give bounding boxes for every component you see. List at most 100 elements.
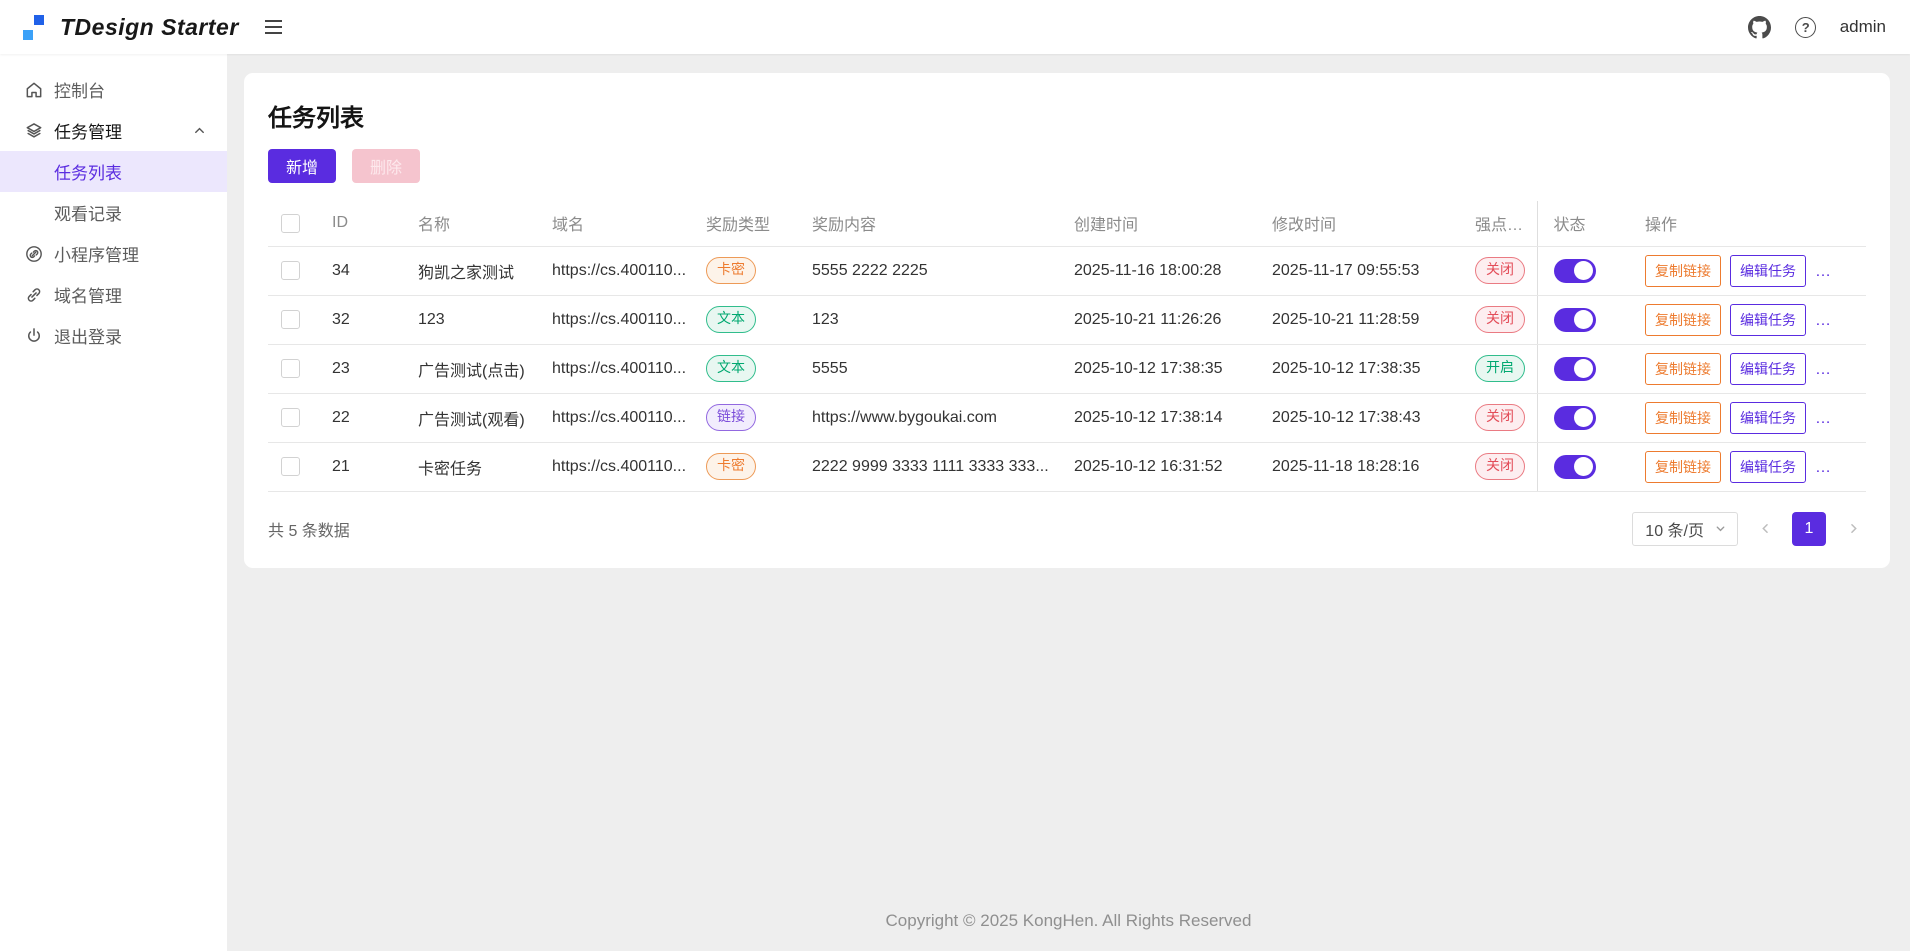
reward-type-tag: 卡密: [706, 453, 756, 480]
edit-task-button[interactable]: 编辑任务: [1730, 451, 1806, 483]
delete-button: 删除: [352, 149, 420, 183]
cell-modified: 2025-10-21 11:28:59: [1256, 295, 1459, 344]
copy-link-button[interactable]: 复制链接: [1645, 304, 1721, 336]
cell-reward-type: 文本: [690, 344, 796, 393]
table-row: 34 狗凯之家测试 https://cs.400110... 卡密 5555 2…: [268, 246, 1866, 295]
cell-name: 狗凯之家测试: [402, 246, 536, 295]
col-domain: 域名: [536, 201, 690, 246]
sidebar-item-label: 域名管理: [54, 282, 122, 307]
sidebar-item-task-list[interactable]: 任务列表: [0, 151, 227, 192]
cell-domain: https://cs.400110...: [536, 442, 690, 491]
sidebar-item-logout[interactable]: 退出登录: [0, 315, 227, 356]
cell-created: 2025-10-12 16:31:52: [1058, 442, 1256, 491]
sidebar: 控制台 任务管理 任务列表 观看记录 小程序管理: [0, 54, 227, 951]
cell-force-ad: 关闭: [1459, 246, 1537, 295]
power-icon: [24, 326, 44, 346]
chevron-down-icon: [1714, 522, 1727, 535]
add-button[interactable]: 新增: [268, 149, 336, 183]
row-checkbox[interactable]: [281, 310, 300, 329]
edit-task-button[interactable]: 编辑任务: [1730, 255, 1806, 287]
cell-created: 2025-11-16 18:00:28: [1058, 246, 1256, 295]
col-force-ad: 强点广告: [1459, 201, 1537, 246]
status-toggle[interactable]: [1554, 455, 1596, 479]
page-title: 任务列表: [268, 98, 1866, 133]
row-checkbox[interactable]: [281, 359, 300, 378]
cell-modified: 2025-11-18 18:28:16: [1256, 442, 1459, 491]
sidebar-item-label: 任务管理: [54, 118, 122, 143]
reward-type-tag: 卡密: [706, 257, 756, 284]
cell-status: [1537, 442, 1629, 491]
col-actions: 操作: [1629, 201, 1866, 246]
status-toggle[interactable]: [1554, 259, 1596, 283]
row-checkbox[interactable]: [281, 457, 300, 476]
row-checkbox[interactable]: [281, 408, 300, 427]
cell-reward-content: 2222 9999 3333 1111 3333 333...: [796, 442, 1058, 491]
table-body: 34 狗凯之家测试 https://cs.400110... 卡密 5555 2…: [268, 246, 1866, 491]
cell-force-ad: 关闭: [1459, 442, 1537, 491]
menu-fold-icon[interactable]: [261, 16, 286, 38]
app-title: TDesign Starter: [60, 14, 239, 41]
status-toggle[interactable]: [1554, 308, 1596, 332]
sidebar-item-task-management[interactable]: 任务管理: [0, 110, 227, 151]
top-header: TDesign Starter ? admin: [0, 0, 1910, 54]
cell-name: 123: [402, 295, 536, 344]
task-table: ID 名称 域名 奖励类型 奖励内容 创建时间 修改时间 强点广告 状态 操作 …: [268, 201, 1866, 492]
github-icon[interactable]: [1748, 15, 1772, 39]
force-ad-tag: 关闭: [1475, 306, 1525, 333]
cell-domain: https://cs.400110...: [536, 344, 690, 393]
copy-link-button[interactable]: 复制链接: [1645, 255, 1721, 287]
table-row: 21 卡密任务 https://cs.400110... 卡密 2222 999…: [268, 442, 1866, 491]
home-icon: [24, 80, 44, 100]
cell-id: 23: [316, 344, 402, 393]
cell-status: [1537, 246, 1629, 295]
cell-reward-type: 卡密: [690, 246, 796, 295]
cell-reward-type: 链接: [690, 393, 796, 442]
copy-link-button[interactable]: 复制链接: [1645, 402, 1721, 434]
task-list-card: 任务列表 新增 删除 ID 名称 域名 奖励类型: [244, 73, 1890, 568]
page-size-select[interactable]: 10 条/页: [1632, 512, 1738, 546]
col-reward-content: 奖励内容: [796, 201, 1058, 246]
prev-page-button[interactable]: [1752, 516, 1778, 542]
status-toggle[interactable]: [1554, 357, 1596, 381]
sidebar-item-label: 任务列表: [54, 159, 122, 184]
layers-icon: [24, 121, 44, 141]
reward-type-tag: 文本: [706, 355, 756, 382]
sidebar-item-domain[interactable]: 域名管理: [0, 274, 227, 315]
col-created: 创建时间: [1058, 201, 1256, 246]
cell-modified: 2025-10-12 17:38:35: [1256, 344, 1459, 393]
next-page-button[interactable]: [1840, 516, 1866, 542]
cell-id: 32: [316, 295, 402, 344]
cell-modified: 2025-11-17 09:55:53: [1256, 246, 1459, 295]
cell-created: 2025-10-12 17:38:14: [1058, 393, 1256, 442]
sidebar-item-watch-records[interactable]: 观看记录: [0, 192, 227, 233]
edit-task-button[interactable]: 编辑任务: [1730, 304, 1806, 336]
edit-task-button[interactable]: 编辑任务: [1730, 402, 1806, 434]
cell-domain: https://cs.400110...: [536, 246, 690, 295]
col-name: 名称: [402, 201, 536, 246]
cell-actions: 复制链接编辑任务查看数据: [1629, 442, 1866, 491]
cell-id: 21: [316, 442, 402, 491]
page-1-button[interactable]: 1: [1792, 512, 1826, 546]
user-menu[interactable]: admin: [1840, 17, 1886, 37]
col-reward-type: 奖励类型: [690, 201, 796, 246]
sidebar-item-miniprogram[interactable]: 小程序管理: [0, 233, 227, 274]
cell-name: 广告测试(点击): [402, 344, 536, 393]
page-size-value: 10 条/页: [1645, 517, 1704, 541]
row-checkbox[interactable]: [281, 261, 300, 280]
sidebar-item-console[interactable]: 控制台: [0, 69, 227, 110]
table-header-row: ID 名称 域名 奖励类型 奖励内容 创建时间 修改时间 强点广告 状态 操作: [268, 201, 1866, 246]
cell-reward-type: 文本: [690, 295, 796, 344]
sidebar-item-label: 退出登录: [54, 323, 122, 348]
sidebar-item-label: 观看记录: [54, 200, 122, 225]
chevron-up-icon: [192, 123, 207, 138]
total-count: 共 5 条数据: [268, 517, 350, 541]
cell-created: 2025-10-12 17:38:35: [1058, 344, 1256, 393]
status-toggle[interactable]: [1554, 406, 1596, 430]
help-icon[interactable]: ?: [1794, 15, 1818, 39]
sidebar-item-label: 小程序管理: [54, 241, 139, 266]
cell-reward-content: 5555 2222 2225: [796, 246, 1058, 295]
select-all-checkbox[interactable]: [281, 214, 300, 233]
copy-link-button[interactable]: 复制链接: [1645, 353, 1721, 385]
copy-link-button[interactable]: 复制链接: [1645, 451, 1721, 483]
edit-task-button[interactable]: 编辑任务: [1730, 353, 1806, 385]
